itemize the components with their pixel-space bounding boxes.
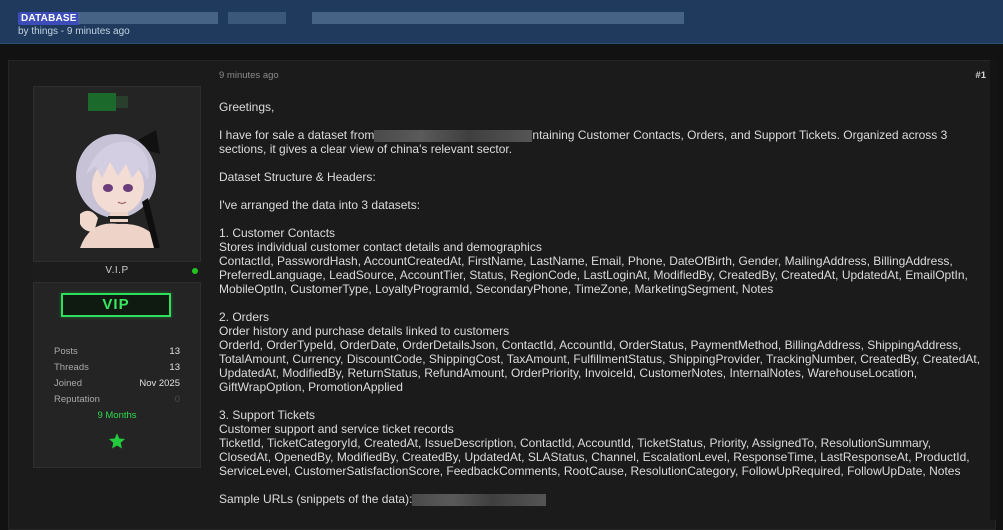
rank-title: V.I.P: [105, 265, 129, 276]
arranged-text: I've arranged the data into 3 datasets:: [219, 198, 421, 212]
section-description: Customer support and service ticket reco…: [219, 422, 454, 436]
redacted-username[interactable]: [88, 93, 116, 111]
redacted-title: [78, 12, 218, 24]
section-title: 3. Support Tickets: [219, 408, 316, 422]
online-status-icon: [192, 268, 198, 274]
stat-label: Posts: [54, 346, 78, 357]
rank-bar: V.I.P: [33, 261, 201, 283]
redacted-title: [312, 12, 684, 24]
user-stats: Posts 13 Threads 13 Joined Nov 2025 Repu…: [54, 346, 180, 410]
section-description: Stores individual customer contact detai…: [219, 240, 542, 254]
intro-text: ntaining Customer Contacts, Orders, and …: [532, 128, 948, 142]
sample-label: Sample URLs (snippets of the data):: [219, 492, 413, 506]
stat-value: 13: [169, 362, 180, 373]
membership-duration: 9 Months: [97, 410, 137, 421]
stat-value: Nov 2025: [139, 378, 180, 389]
scrollbar[interactable]: [990, 60, 998, 520]
stat-threads: Threads 13: [54, 362, 180, 378]
section-title: 1. Customer Contacts: [219, 226, 336, 240]
section-fields: UpdatedAt, ModifiedBy, ReturnStatus, Ref…: [219, 366, 918, 380]
redacted-text: [412, 493, 547, 506]
structure-heading: Dataset Structure & Headers:: [219, 170, 376, 184]
intro-line: sections, it gives a clear view of china…: [219, 142, 513, 156]
stat-joined: Joined Nov 2025: [54, 378, 180, 394]
thread-header: DATABASE by things - 9 minutes ago: [0, 0, 1003, 44]
stat-posts: Posts 13: [54, 346, 180, 362]
section-fields: MobileOptIn, CustomerType, LoyaltyProgra…: [219, 282, 774, 296]
redacted-text: [374, 129, 533, 142]
stat-label: Reputation: [54, 394, 100, 405]
section-title: 2. Orders: [219, 310, 270, 324]
section-fields: ContactId, PasswordHash, AccountCreatedA…: [219, 254, 953, 268]
redacted-title: [228, 12, 286, 24]
stat-value: 0: [174, 394, 180, 405]
stat-value: 13: [169, 346, 180, 357]
thread-byline: by things - 9 minutes ago: [18, 26, 130, 37]
post-timestamp[interactable]: 9 minutes ago: [219, 70, 279, 81]
greeting: Greetings,: [219, 100, 275, 114]
section-fields: PreferredLanguage, LeadSource, AccountTi…: [219, 268, 968, 282]
post-content: Greetings, I have for sale a dataset fro…: [219, 100, 989, 506]
star-icon: [108, 433, 126, 449]
stat-reputation: Reputation 0: [54, 394, 180, 410]
stat-label: Joined: [54, 378, 82, 389]
redacted-username: [116, 96, 128, 108]
section-fields: ServiceLevel, CustomerSatisfactionScore,…: [219, 464, 961, 478]
section-fields: GiftWrapOption, PromotionApplied: [219, 380, 403, 394]
post-number-link[interactable]: #1: [975, 70, 986, 81]
section-fields: ClosedAt, OpenedBy, ModifiedBy, CreatedB…: [219, 450, 970, 464]
sample-urls-line: Sample URLs (snippets of the data):: [219, 492, 989, 506]
intro-line: I have for sale a dataset from ntaining C…: [219, 128, 989, 142]
avatar[interactable]: [60, 128, 172, 248]
section-fields: TotalAmount, Currency, DiscountCode, Shi…: [219, 352, 981, 366]
prefix-tag[interactable]: DATABASE: [18, 12, 80, 25]
section-fields: TicketId, TicketCategoryId, CreatedAt, I…: [219, 436, 932, 450]
section-fields: OrderId, OrderTypeId, OrderDate, OrderDe…: [219, 338, 962, 352]
vip-badge: VIP: [61, 293, 171, 317]
stat-label: Threads: [54, 362, 89, 373]
section-description: Order history and purchase details linke…: [219, 324, 510, 338]
intro-text: I have for sale a dataset from: [219, 128, 375, 142]
